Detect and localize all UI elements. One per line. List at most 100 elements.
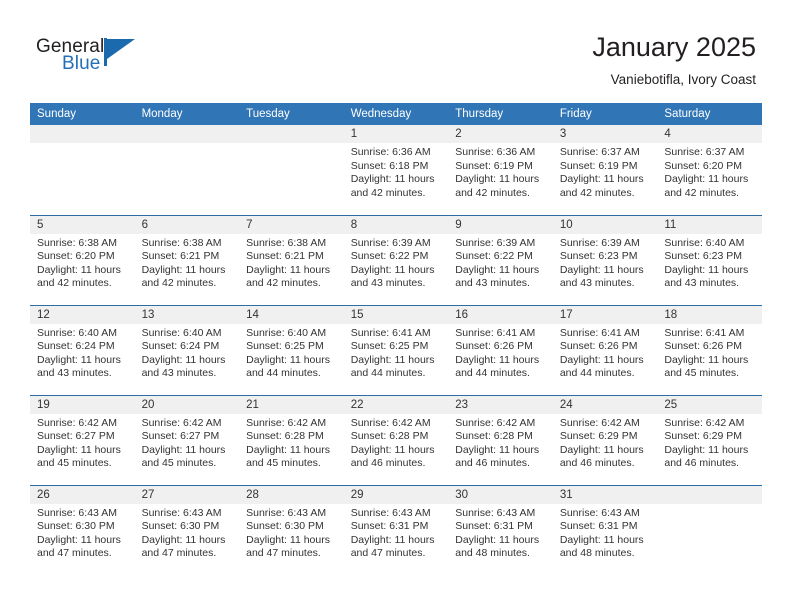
calendar-day-cell[interactable]: 13 Sunrise: 6:40 AM Sunset: 6:24 PM Dayligh… — [134, 304, 240, 395]
day-number: 4 — [657, 125, 762, 143]
sunrise-time: Sunrise: 6:37 AM — [559, 146, 640, 158]
day-details: Sunrise: 6:43 AM Sunset: 6:31 PM Daylight:… — [448, 504, 553, 561]
calendar-day-cell[interactable]: 28 Sunrise: 6:43 AM Sunset: 6:30 PM Dayligh… — [239, 484, 344, 575]
sunset-time: Sunset: 6:31 PM — [350, 520, 429, 533]
day-details: Sunrise: 6:40 AM Sunset: 6:25 PM Daylight:… — [239, 324, 344, 381]
calendar-day-cell[interactable]: 8 Sunrise: 6:39 AM Sunset: 6:22 PM Daylight… — [343, 214, 449, 305]
daylight-duration-line2: and 47 minutes. — [246, 547, 321, 560]
daylight-duration-line1: Daylight: 11 hours — [559, 263, 644, 276]
brand-logo[interactable]: General Blue — [36, 36, 166, 82]
day-details: Sunrise: 6:36 AM Sunset: 6:18 PM Daylight:… — [344, 143, 449, 200]
day-details: Sunrise: 6:38 AM Sunset: 6:21 PM Daylight:… — [135, 234, 240, 291]
sunrise-time: Sunrise: 6:43 AM — [350, 506, 431, 519]
sunrise-time: Sunrise: 6:36 AM — [455, 146, 536, 158]
day-number: 30 — [448, 485, 553, 504]
calendar-day-cell[interactable]: 29 Sunrise: 6:43 AM Sunset: 6:31 PM Dayligh… — [343, 484, 449, 575]
calendar-grid: Sunday Monday Tuesday Wednesday Thursday… — [30, 103, 762, 575]
day-number: 12 — [30, 305, 135, 324]
sunrise-time: Sunrise: 6:43 AM — [141, 506, 222, 519]
daylight-duration-line1: Daylight: 11 hours — [141, 443, 226, 456]
daylight-duration-line1: Daylight: 11 hours — [141, 533, 226, 546]
weekday-header-thursday: Thursday — [448, 103, 553, 125]
day-details: Sunrise: 6:43 AM Sunset: 6:30 PM Daylight:… — [30, 504, 135, 561]
sunset-time: Sunset: 6:30 PM — [37, 520, 115, 533]
calendar-day-cell[interactable]: 25 Sunrise: 6:42 AM Sunset: 6:29 PM Dayligh… — [657, 394, 762, 485]
calendar-week-row: 5 Sunrise: 6:38 AM Sunset: 6:20 PM Daylight… — [30, 214, 762, 305]
flag-triangle-icon — [104, 38, 136, 66]
weekday-header-tuesday: Tuesday — [239, 103, 344, 125]
day-details: Sunrise: 6:43 AM Sunset: 6:31 PM Daylight:… — [344, 504, 449, 561]
calendar-day-cell[interactable]: 11 Sunrise: 6:40 AM Sunset: 6:23 PM Dayligh… — [657, 214, 762, 305]
calendar-day-cell[interactable]: 27 Sunrise: 6:43 AM Sunset: 6:30 PM Dayligh… — [134, 484, 240, 575]
calendar-day-cell[interactable]: 14 Sunrise: 6:40 AM Sunset: 6:25 PM Dayligh… — [239, 304, 344, 395]
calendar-day-cell[interactable]: 20 Sunrise: 6:42 AM Sunset: 6:27 PM Dayligh… — [134, 394, 240, 485]
calendar-day-cell[interactable]: 7 Sunrise: 6:38 AM Sunset: 6:21 PM Daylight… — [239, 214, 344, 305]
calendar-day-cell[interactable]: 31 Sunrise: 6:43 AM Sunset: 6:31 PM Dayligh… — [552, 484, 658, 575]
calendar-day-cell[interactable]: 10 Sunrise: 6:39 AM Sunset: 6:23 PM Dayligh… — [552, 214, 658, 305]
daylight-duration-line2: and 46 minutes. — [455, 457, 530, 470]
page-header: General Blue January 2025 Vaniebotifla, … — [0, 0, 792, 100]
day-details: Sunrise: 6:42 AM Sunset: 6:29 PM Daylight:… — [657, 414, 762, 471]
day-number: 15 — [343, 305, 449, 324]
calendar-day-cell[interactable]: 26 Sunrise: 6:43 AM Sunset: 6:30 PM Dayligh… — [30, 484, 135, 575]
daylight-duration-line2: and 45 minutes. — [141, 457, 217, 470]
calendar-day-cell[interactable]: 6 Sunrise: 6:38 AM Sunset: 6:21 PM Daylight… — [134, 214, 240, 305]
calendar-day-cell[interactable]: 9 Sunrise: 6:39 AM Sunset: 6:22 PM Daylight… — [448, 214, 553, 305]
daylight-duration-line1: Daylight: 11 hours — [141, 263, 226, 276]
calendar-day-cell[interactable]: 1 Sunrise: 6:36 AM Sunset: 6:18 PM Daylight… — [343, 125, 449, 215]
sunrise-time: Sunrise: 6:39 AM — [350, 236, 431, 249]
daylight-duration-line2: and 46 minutes. — [350, 457, 426, 470]
day-details: Sunrise: 6:43 AM Sunset: 6:31 PM Daylight:… — [553, 504, 658, 561]
calendar-day-cell[interactable]: 3 Sunrise: 6:37 AM Sunset: 6:19 PM Daylight… — [552, 125, 658, 215]
day-details: Sunrise: 6:39 AM Sunset: 6:23 PM Daylight:… — [553, 234, 658, 291]
weekday-header-saturday: Saturday — [657, 103, 762, 125]
daylight-duration-line1: Daylight: 11 hours — [246, 443, 330, 456]
calendar-day-cell[interactable]: 17 Sunrise: 6:41 AM Sunset: 6:26 PM Dayligh… — [552, 304, 658, 395]
daylight-duration-line2: and 44 minutes. — [246, 367, 321, 380]
calendar-day-cell[interactable]: 15 Sunrise: 6:41 AM Sunset: 6:25 PM Dayligh… — [343, 304, 449, 395]
daylight-duration-line1: Daylight: 11 hours — [559, 353, 644, 366]
day-number: 24 — [552, 395, 658, 414]
daylight-duration-line1: Daylight: 11 hours — [246, 533, 330, 546]
day-number: 3 — [552, 125, 658, 143]
calendar-day-cell[interactable]: 23 Sunrise: 6:42 AM Sunset: 6:28 PM Dayligh… — [448, 394, 553, 485]
sunrise-time: Sunrise: 6:42 AM — [350, 416, 431, 429]
calendar-day-cell[interactable]: 19 Sunrise: 6:42 AM Sunset: 6:27 PM Dayligh… — [30, 394, 135, 485]
weekday-header-friday: Friday — [552, 103, 658, 125]
day-details: Sunrise: 6:40 AM Sunset: 6:24 PM Daylight:… — [135, 324, 240, 381]
daylight-duration-line1: Daylight: 11 hours — [141, 353, 226, 366]
calendar-day-cell[interactable]: 18 Sunrise: 6:41 AM Sunset: 6:26 PM Dayligh… — [657, 304, 762, 395]
calendar-day-cell[interactable]: 30 Sunrise: 6:43 AM Sunset: 6:31 PM Dayligh… — [448, 484, 553, 575]
day-details: Sunrise: 6:37 AM Sunset: 6:19 PM Daylight:… — [553, 143, 658, 200]
calendar-day-cell[interactable]: 16 Sunrise: 6:41 AM Sunset: 6:26 PM Dayligh… — [448, 304, 553, 395]
calendar-day-cell[interactable]: 21 Sunrise: 6:42 AM Sunset: 6:28 PM Dayligh… — [239, 394, 344, 485]
weekday-header-monday: Monday — [134, 103, 240, 125]
daylight-duration-line1: Daylight: 11 hours — [664, 263, 749, 276]
daylight-duration-line2: and 44 minutes. — [455, 367, 530, 380]
day-number — [239, 125, 344, 143]
calendar-week-row: 1 Sunrise: 6:36 AM Sunset: 6:18 PM Daylight… — [30, 125, 762, 215]
calendar-day-cell[interactable]: 2 Sunrise: 6:36 AM Sunset: 6:19 PM Daylight… — [448, 125, 553, 215]
daylight-duration-line2: and 42 minutes. — [455, 186, 530, 199]
sunrise-time: Sunrise: 6:42 AM — [664, 416, 745, 429]
sunrise-time: Sunrise: 6:43 AM — [559, 506, 640, 519]
sunrise-time: Sunrise: 6:40 AM — [141, 326, 222, 339]
sunset-time: Sunset: 6:31 PM — [559, 520, 638, 533]
calendar-day-cell[interactable]: 12 Sunrise: 6:40 AM Sunset: 6:24 PM Dayligh… — [30, 304, 135, 395]
daylight-duration-line2: and 45 minutes. — [664, 367, 740, 380]
daylight-duration-line1: Daylight: 11 hours — [559, 173, 644, 186]
sunrise-time: Sunrise: 6:40 AM — [664, 236, 745, 249]
sunset-time: Sunset: 6:20 PM — [664, 159, 743, 172]
daylight-duration-line2: and 43 minutes. — [37, 367, 112, 380]
sunset-time: Sunset: 6:27 PM — [37, 430, 115, 443]
day-number: 28 — [239, 485, 344, 504]
daylight-duration-line2: and 42 minutes. — [246, 277, 321, 290]
calendar-day-cell[interactable]: 22 Sunrise: 6:42 AM Sunset: 6:28 PM Dayligh… — [343, 394, 449, 485]
daylight-duration-line2: and 43 minutes. — [141, 367, 217, 380]
daylight-duration-line1: Daylight: 11 hours — [350, 533, 435, 546]
calendar-day-cell[interactable]: 24 Sunrise: 6:42 AM Sunset: 6:29 PM Dayligh… — [552, 394, 658, 485]
calendar-day-cell[interactable]: 5 Sunrise: 6:38 AM Sunset: 6:20 PM Daylight… — [30, 214, 135, 305]
day-details: Sunrise: 6:41 AM Sunset: 6:25 PM Daylight:… — [344, 324, 449, 381]
calendar-day-cell[interactable]: 4 Sunrise: 6:37 AM Sunset: 6:20 PM Daylight… — [657, 125, 762, 215]
day-number: 25 — [657, 395, 762, 414]
